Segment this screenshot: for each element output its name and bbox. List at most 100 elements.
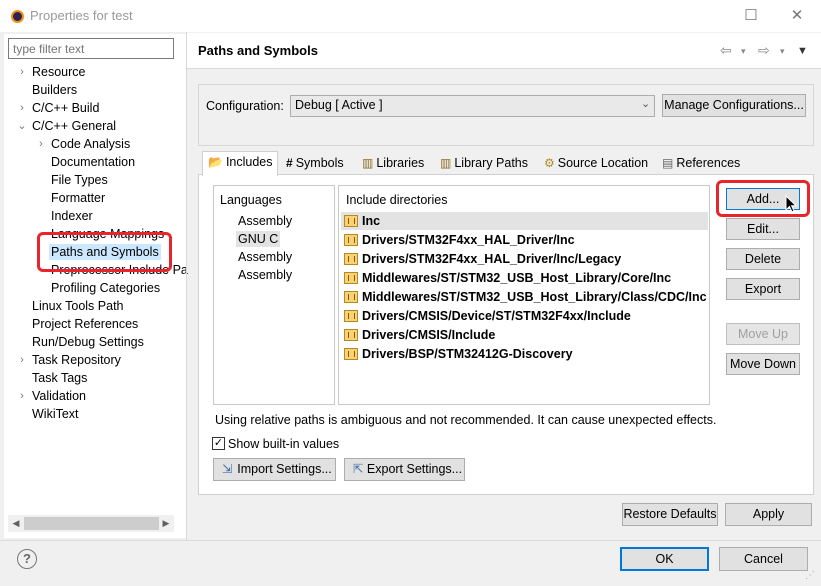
- filter-input[interactable]: [8, 38, 174, 59]
- include-folder-icon: [344, 234, 358, 246]
- resize-grip-icon[interactable]: ⋰: [805, 570, 815, 581]
- include-row[interactable]: Drivers/STM32F4xx_HAL_Driver/Inc/Legacy: [341, 250, 708, 268]
- tree-item[interactable]: C/C++ Build: [32, 100, 99, 116]
- include-row[interactable]: Middlewares/ST/STM32_USB_Host_Library/Cl…: [341, 288, 708, 306]
- forward-arrow-icon[interactable]: ⇨: [758, 42, 770, 59]
- tab-label: Symbols: [295, 156, 344, 170]
- include-folder-icon: [344, 291, 358, 303]
- chevron-down-icon: ⌄: [641, 98, 651, 110]
- include-folder-icon: [344, 272, 358, 284]
- move-down-button[interactable]: Move Down: [726, 353, 800, 375]
- scroll-right-icon[interactable]: ▶: [158, 515, 174, 532]
- chevron-right-icon[interactable]: ›: [35, 136, 47, 152]
- import-settings-button[interactable]: ⇲ Import Settings...: [213, 458, 336, 481]
- languages-header: Languages: [220, 193, 282, 207]
- edit-button[interactable]: Edit...: [726, 218, 800, 240]
- chevron-right-icon[interactable]: ›: [16, 352, 28, 368]
- language-item[interactable]: Assembly: [238, 213, 292, 229]
- tree-item[interactable]: Profiling Categories: [51, 280, 160, 296]
- ok-button[interactable]: OK: [620, 547, 709, 571]
- tree-item[interactable]: C/C++ General: [32, 118, 116, 134]
- view-menu-icon[interactable]: ▼: [797, 45, 808, 57]
- include-folder-icon: [344, 310, 358, 322]
- language-item[interactable]: Assembly: [238, 267, 292, 283]
- export-button[interactable]: Export: [726, 278, 800, 300]
- chevron-right-icon[interactable]: ›: [16, 388, 28, 404]
- include-row[interactable]: Drivers/CMSIS/Device/ST/STM32F4xx/Includ…: [341, 307, 708, 325]
- source-location-icon: ⚙: [544, 156, 555, 170]
- tree-item[interactable]: Builders: [32, 82, 77, 98]
- tree-item[interactable]: Project References: [32, 316, 138, 332]
- references-icon: ▤: [662, 156, 674, 170]
- back-arrow-icon[interactable]: ⇦: [720, 42, 732, 59]
- tree-item[interactable]: Resource: [32, 64, 86, 80]
- tab-label: Library Paths: [454, 156, 528, 170]
- manage-configurations-button[interactable]: Manage Configurations...: [662, 94, 806, 117]
- tree-item[interactable]: Formatter: [51, 190, 105, 206]
- include-path: Drivers/CMSIS/Device/ST/STM32F4xx/Includ…: [362, 309, 631, 323]
- show-builtin-label[interactable]: Show built-in values: [228, 437, 339, 451]
- tab-label: Source Location: [557, 156, 649, 170]
- tree-item[interactable]: Documentation: [51, 154, 135, 170]
- include-row[interactable]: Inc: [341, 212, 708, 230]
- tab-libraries[interactable]: ▥ Libraries: [362, 153, 424, 174]
- restore-defaults-button[interactable]: Restore Defaults: [622, 503, 718, 526]
- includes-icon: 📂: [208, 155, 223, 169]
- tree-item[interactable]: Task Tags: [32, 370, 87, 386]
- tree-item[interactable]: WikiText: [32, 406, 79, 422]
- include-path: Drivers/CMSIS/Include: [362, 328, 496, 342]
- tab-symbols[interactable]: # Symbols: [286, 153, 344, 174]
- relative-paths-hint: Using relative paths is ambiguous and no…: [215, 413, 717, 427]
- tab-includes[interactable]: 📂 Includes: [202, 151, 278, 176]
- include-row[interactable]: Drivers/CMSIS/Include: [341, 326, 708, 344]
- export-label: Export Settings...: [366, 462, 463, 476]
- include-row[interactable]: Middlewares/ST/STM32_USB_Host_Library/Co…: [341, 269, 708, 287]
- language-item[interactable]: Assembly: [238, 249, 292, 265]
- include-folder-icon: [344, 348, 358, 360]
- import-icon: ⇲: [222, 462, 233, 476]
- chevron-right-icon[interactable]: ›: [16, 64, 28, 80]
- include-path: Drivers/STM32F4xx_HAL_Driver/Inc/Legacy: [362, 252, 622, 266]
- page-title: Paths and Symbols: [198, 43, 318, 58]
- scrollbar-thumb[interactable]: [24, 517, 159, 530]
- forward-menu-icon[interactable]: ▾: [780, 46, 785, 57]
- delete-button[interactable]: Delete: [726, 248, 800, 270]
- scroll-left-icon[interactable]: ◀: [8, 515, 24, 532]
- move-up-button[interactable]: Move Up: [726, 323, 800, 345]
- maximize-button[interactable]: ☐: [731, 0, 771, 32]
- tab-library-paths[interactable]: ▥ Library Paths: [440, 153, 528, 174]
- tab-label: References: [676, 156, 741, 170]
- export-settings-button[interactable]: ⇱ Export Settings...: [344, 458, 465, 481]
- tree-item[interactable]: Code Analysis: [51, 136, 130, 152]
- configuration-select[interactable]: Debug [ Active ]: [290, 95, 655, 117]
- include-row[interactable]: Drivers/STM32F4xx_HAL_Driver/Inc: [341, 231, 708, 249]
- include-folder-icon: [344, 253, 358, 265]
- chevron-right-icon[interactable]: ›: [16, 100, 28, 116]
- include-path: Drivers/STM32F4xx_HAL_Driver/Inc: [362, 233, 575, 247]
- show-builtin-checkbox[interactable]: ✓: [212, 437, 225, 450]
- chevron-down-icon[interactable]: ⌄: [16, 118, 28, 134]
- language-item-selected[interactable]: GNU C: [236, 231, 281, 247]
- include-directories-header: Include directories: [346, 193, 448, 207]
- back-menu-icon[interactable]: ▾: [741, 46, 746, 57]
- apply-button[interactable]: Apply: [725, 503, 812, 526]
- libraries-icon: ▥: [362, 156, 374, 170]
- window-title: Properties for test: [30, 8, 133, 23]
- tree-item[interactable]: Indexer: [51, 208, 93, 224]
- tree-item[interactable]: Validation: [32, 388, 86, 404]
- eclipse-icon: [11, 10, 24, 23]
- cancel-button[interactable]: Cancel: [719, 547, 808, 571]
- include-path: Inc: [362, 214, 381, 228]
- tree-item[interactable]: Linux Tools Path: [32, 298, 124, 314]
- tab-references[interactable]: ▤ References: [662, 153, 740, 174]
- tab-label: Includes: [225, 155, 273, 169]
- import-label: Import Settings...: [237, 462, 332, 476]
- tree-item[interactable]: File Types: [51, 172, 108, 188]
- include-row[interactable]: Drivers/BSP/STM32412G-Discovery: [341, 345, 708, 363]
- close-button[interactable]: ✕: [777, 0, 817, 32]
- symbols-icon: #: [286, 156, 293, 170]
- tree-item[interactable]: Run/Debug Settings: [32, 334, 144, 350]
- tab-source-location[interactable]: ⚙ Source Location: [544, 153, 648, 174]
- help-icon[interactable]: ?: [17, 549, 37, 569]
- tree-item[interactable]: Task Repository: [32, 352, 121, 368]
